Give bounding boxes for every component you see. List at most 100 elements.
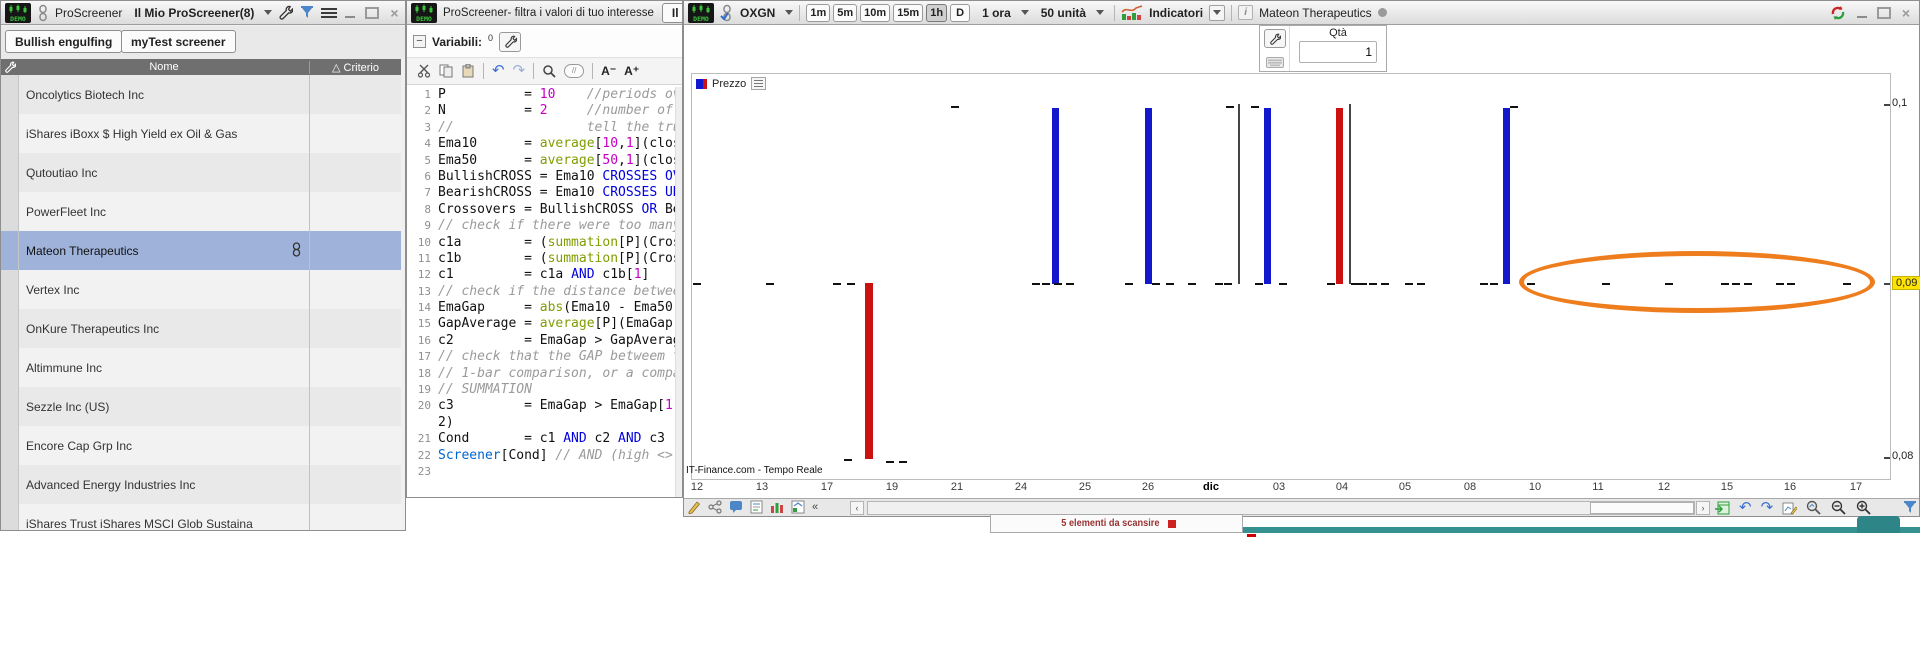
scroll-left-button[interactable]: ‹ bbox=[850, 501, 864, 515]
linked-chart-icon[interactable] bbox=[292, 241, 301, 260]
keyboard-icon[interactable] bbox=[1265, 57, 1284, 68]
code-line[interactable]: 15 GapAverage = average[P](EmaGap) bbox=[407, 316, 675, 332]
code-line[interactable]: 12 c1 = c1a AND c1b[1] bbox=[407, 267, 675, 283]
chart-horizontal-scrollbar[interactable] bbox=[867, 501, 1695, 515]
zoom-in-icon[interactable] bbox=[1856, 500, 1872, 515]
chevron-down-icon[interactable] bbox=[1020, 10, 1029, 15]
code-line[interactable]: 23 bbox=[407, 464, 675, 480]
code-line[interactable]: 7BearishCROSS = Ema10 CROSSES UNDER Ema5… bbox=[407, 185, 675, 201]
code-line[interactable]: 11 c1b = (summation[P](Crosso bbox=[407, 251, 675, 267]
search-icon[interactable] bbox=[542, 64, 556, 78]
code-line[interactable]: 16 c2 = EmaGap > GapAverage bbox=[407, 333, 675, 349]
editor-tab-il-mio-pro[interactable]: Il Mio Pro bbox=[661, 2, 682, 23]
close-button[interactable]: × bbox=[387, 6, 401, 20]
table-row[interactable]: iShares Trust iShares MSCI Glob Sustaina bbox=[1, 504, 401, 530]
row-name-cell[interactable]: Advanced Energy Industries Inc bbox=[19, 478, 309, 492]
scrollbar-thumb[interactable] bbox=[1590, 502, 1694, 514]
row-criterio-cell[interactable] bbox=[309, 114, 401, 153]
code-line[interactable]: 17 // check that the GAP betweem th bbox=[407, 349, 675, 365]
timeframe-button-1m[interactable]: 1m bbox=[806, 3, 831, 22]
row-criterio-cell[interactable] bbox=[309, 309, 401, 348]
row-criterio-cell[interactable] bbox=[309, 231, 401, 270]
scroll-right-button[interactable]: › bbox=[1696, 501, 1710, 515]
zoom-out-icon[interactable] bbox=[1831, 500, 1847, 515]
row-criterio-cell[interactable] bbox=[309, 465, 401, 504]
maximize-button[interactable] bbox=[365, 6, 380, 19]
code-line[interactable]: 2N = 2 //number of cros bbox=[407, 103, 675, 119]
copy-icon[interactable] bbox=[439, 64, 453, 78]
code-line[interactable]: 20 c3 = EmaGap > EmaGap[1 bbox=[407, 398, 675, 414]
code-line[interactable]: 19 // SUMMATION bbox=[407, 382, 675, 398]
minimize-button[interactable] bbox=[343, 7, 357, 19]
goto-date-icon[interactable] bbox=[1714, 501, 1730, 515]
code-line[interactable]: 21 Cond = c1 AND c2 AND c3 bbox=[407, 431, 675, 447]
row-criterio-cell[interactable] bbox=[309, 75, 401, 114]
row-name-cell[interactable]: Sezzle Inc (US) bbox=[19, 400, 309, 414]
row-criterio-cell[interactable] bbox=[309, 153, 401, 192]
row-name-cell[interactable]: OnKure Therapeutics Inc bbox=[19, 322, 309, 336]
code-line[interactable]: 2) bbox=[407, 415, 675, 431]
period-selector[interactable]: 1 ora bbox=[982, 6, 1011, 20]
units-selector[interactable]: 50 unità bbox=[1041, 6, 1086, 20]
undo-icon[interactable]: ↶ bbox=[492, 63, 505, 78]
chevron-down-icon[interactable] bbox=[1096, 10, 1105, 15]
row-name-cell[interactable]: iShares Trust iShares MSCI Glob Sustaina bbox=[19, 517, 309, 531]
legend-list-icon[interactable] bbox=[751, 77, 767, 90]
row-name-cell[interactable]: PowerFleet Inc bbox=[19, 205, 309, 219]
order-wrench-icon[interactable] bbox=[1263, 29, 1286, 48]
code-line[interactable]: 9 // check if there were too many c bbox=[407, 218, 675, 234]
font-bigger-icon[interactable]: A⁺ bbox=[624, 64, 639, 78]
chart-plot-area[interactable] bbox=[691, 73, 1891, 480]
results-table-header[interactable]: Nome △ Criterio bbox=[1, 59, 401, 75]
timeframe-button-5m[interactable]: 5m bbox=[833, 3, 858, 22]
link-icon[interactable] bbox=[37, 4, 49, 22]
undo-icon[interactable]: ↶ bbox=[1739, 500, 1752, 515]
code-line[interactable]: 13 // check if the distance between bbox=[407, 284, 675, 300]
code-line[interactable]: 3 // tell the tru bbox=[407, 120, 675, 136]
tab-mytest-screener[interactable]: myTest screener bbox=[121, 30, 236, 53]
chevron-down-icon[interactable] bbox=[785, 10, 794, 15]
table-row[interactable]: Mateon Therapeutics bbox=[1, 231, 401, 270]
settings-wrench-icon[interactable] bbox=[278, 5, 294, 20]
row-name-cell[interactable]: Mateon Therapeutics bbox=[19, 241, 309, 260]
columns-icon[interactable] bbox=[770, 500, 784, 514]
row-name-cell[interactable]: Altimmune Inc bbox=[19, 361, 309, 375]
table-row[interactable]: Encore Cap Grp Inc bbox=[1, 426, 401, 465]
redo-icon[interactable]: ↷ bbox=[1761, 500, 1774, 515]
table-row[interactable]: Vertex Inc bbox=[1, 270, 401, 309]
row-name-cell[interactable]: Qutoutiao Inc bbox=[19, 166, 309, 180]
comment-bubble-icon[interactable] bbox=[729, 500, 743, 514]
code-editor[interactable]: 1P = 10 //periods over w2N = 2 //number … bbox=[407, 87, 675, 497]
code-line[interactable]: 5Ema50 = average[50,1](close bbox=[407, 153, 675, 169]
column-header-nome[interactable]: Nome bbox=[19, 61, 309, 73]
indicators-icon[interactable] bbox=[1121, 4, 1143, 21]
table-row[interactable]: Sezzle Inc (US) bbox=[1, 387, 401, 426]
code-line[interactable]: 18 // 1-bar comparison, or a compar bbox=[407, 366, 675, 382]
code-line[interactable]: 14 EmaGap = abs(Ema10 - Ema50) bbox=[407, 300, 675, 316]
code-line[interactable]: 6BullishCROSS = Ema10 CROSSES OVER Ema50 bbox=[407, 169, 675, 185]
row-name-cell[interactable]: iShares iBoxx $ High Yield ex Oil & Gas bbox=[19, 127, 309, 141]
screener-selector[interactable]: Il Mio ProScreener(8) bbox=[134, 6, 254, 20]
row-criterio-cell[interactable] bbox=[309, 426, 401, 465]
paste-icon[interactable] bbox=[461, 64, 475, 78]
timeframe-button-D[interactable]: D bbox=[950, 3, 971, 22]
collapse-toolbar-icon[interactable]: « bbox=[812, 501, 818, 513]
row-name-cell[interactable]: Vertex Inc bbox=[19, 283, 309, 297]
editor-vertical-scrollbar[interactable] bbox=[675, 87, 682, 497]
collapse-icon[interactable]: − bbox=[413, 35, 426, 48]
screener-filter-icon[interactable] bbox=[299, 5, 315, 21]
table-row[interactable]: OnKure Therapeutics Inc bbox=[1, 309, 401, 348]
code-line[interactable]: 22 Screener[Cond] // AND (high <> lo bbox=[407, 448, 675, 464]
column-header-criterio[interactable]: △ Criterio bbox=[309, 60, 401, 74]
row-name-cell[interactable]: Encore Cap Grp Inc bbox=[19, 439, 309, 453]
report-icon[interactable] bbox=[750, 500, 763, 514]
row-criterio-cell[interactable] bbox=[309, 270, 401, 309]
chart-edit-icon[interactable] bbox=[1782, 501, 1798, 515]
redo-icon[interactable]: ↷ bbox=[513, 63, 526, 78]
info-icon[interactable]: i bbox=[1238, 5, 1254, 20]
chart-search-icon[interactable] bbox=[1806, 500, 1822, 515]
header-wrench-icon[interactable] bbox=[1, 61, 19, 73]
chart-table-icon[interactable] bbox=[791, 500, 805, 514]
indicators-selector[interactable]: Indicatori bbox=[1149, 6, 1203, 20]
minimize-button[interactable] bbox=[1855, 7, 1869, 19]
